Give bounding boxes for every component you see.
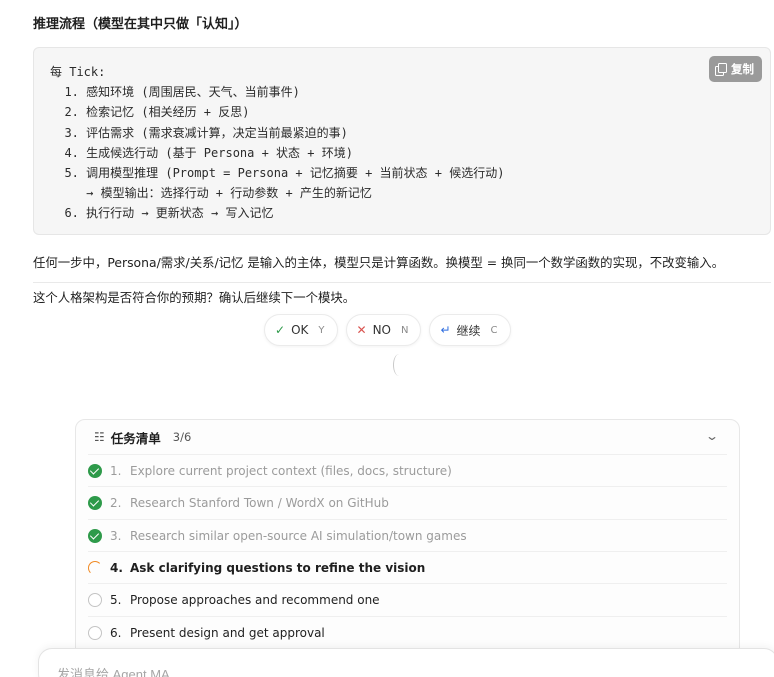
check-circle-icon	[88, 495, 102, 510]
no-shortcut: N	[400, 324, 409, 336]
check-circle-icon	[88, 528, 102, 543]
task-text: Present design and get approval	[130, 625, 325, 640]
task-number: 6.	[110, 625, 122, 640]
task-item: 1. Explore current project context (file…	[88, 454, 727, 486]
code-block: 复制 每 Tick: 1. 感知环境 (周围居民、天气、当前事件) 2. 检索记…	[33, 47, 771, 235]
task-number: 1.	[110, 463, 122, 478]
check-circle-icon	[88, 463, 102, 478]
task-item: 6. Present design and get approval	[88, 616, 727, 648]
task-item: 2. Research Stanford Town / WordX on Git…	[88, 486, 727, 518]
code-line: → 模型输出：选择行动 + 行动参数 + 产生的新记忆	[50, 186, 372, 201]
ok-button[interactable]: ✓ OK Y	[264, 314, 338, 346]
task-text: Propose approaches and recommend one	[130, 592, 380, 607]
task-text: Explore current project context (files, …	[130, 463, 452, 478]
code-line: 每 Tick:	[50, 65, 106, 79]
task-progress-count: 3/6	[172, 430, 192, 444]
task-number: 4.	[110, 560, 123, 575]
x-icon: ✕	[356, 323, 367, 337]
check-icon: ✓	[275, 323, 286, 337]
divider	[33, 282, 771, 283]
copy-button-label: 复制	[731, 62, 754, 76]
ok-shortcut: Y	[318, 324, 325, 336]
task-item: 4. Ask clarifying questions to refine th…	[88, 551, 727, 583]
task-text: Research Stanford Town / WordX on GitHub	[130, 495, 389, 510]
task-item: 5. Propose approaches and recommend one	[88, 583, 727, 615]
copy-button[interactable]: 复制	[709, 56, 762, 82]
task-text: Research similar open-source AI simulati…	[130, 528, 467, 543]
task-panel-header[interactable]: ☷ 任务清单 3/6 ⌄	[76, 420, 739, 454]
code-line: 4. 生成候选行动 (基于 Persona + 状态 + 环境)	[50, 145, 353, 160]
continue-shortcut: C	[490, 324, 498, 336]
task-panel: ☷ 任务清单 3/6 ⌄ 1. Explore current project …	[75, 419, 740, 659]
copy-icon	[715, 63, 727, 76]
task-number: 5.	[110, 592, 122, 607]
loading-spinner-icon	[393, 354, 405, 376]
explanation-paragraph: 任何一步中，Persona/需求/关系/记忆 是输入的主体，模型只是计算函数。换…	[33, 255, 725, 270]
question-paragraph: 这个人格架构是否符合你的预期？确认后继续下一个模块。	[33, 290, 356, 305]
task-number: 3.	[110, 528, 122, 543]
return-icon: ↵	[440, 323, 451, 337]
code-line: 5. 调用模型推理 (Prompt = Persona + 记忆摘要 + 当前状…	[50, 165, 505, 180]
in-progress-spinner-icon	[88, 560, 102, 575]
ok-label: OK	[291, 323, 309, 337]
continue-button[interactable]: ↵ 继续 C	[429, 314, 511, 346]
choice-row: ✓ OK Y ✕ NO N ↵ 继续 C	[264, 314, 511, 346]
message-composer	[38, 648, 774, 677]
no-button[interactable]: ✕ NO N	[345, 314, 422, 346]
code-line: 1. 感知环境 (周围居民、天气、当前事件)	[50, 85, 300, 100]
chevron-down-icon[interactable]: ⌄	[705, 429, 719, 443]
message-input[interactable]	[57, 667, 457, 677]
section-heading: 推理流程（模型在其中只做「认知」）	[33, 17, 248, 32]
code-lines: 每 Tick: 1. 感知环境 (周围居民、天气、当前事件) 2. 检索记忆 (…	[50, 62, 504, 224]
no-label: NO	[372, 323, 391, 337]
task-text: Ask clarifying questions to refine the v…	[130, 560, 426, 575]
code-line: 6. 执行行动 → 更新状态 → 写入记忆	[50, 206, 274, 221]
empty-circle-icon	[88, 592, 102, 607]
task-item: 3. Research similar open-source AI simul…	[88, 519, 727, 551]
continue-label: 继续	[456, 323, 481, 338]
empty-circle-icon	[88, 625, 102, 640]
task-number: 2.	[110, 495, 122, 510]
code-line: 2. 检索记忆 (相关经历 + 反思)	[50, 105, 250, 120]
code-line: 3. 评估需求 (需求衰减计算，决定当前最紧迫的事)	[50, 125, 348, 140]
task-panel-title: 任务清单	[110, 430, 161, 446]
checklist-icon: ☷	[94, 430, 105, 444]
